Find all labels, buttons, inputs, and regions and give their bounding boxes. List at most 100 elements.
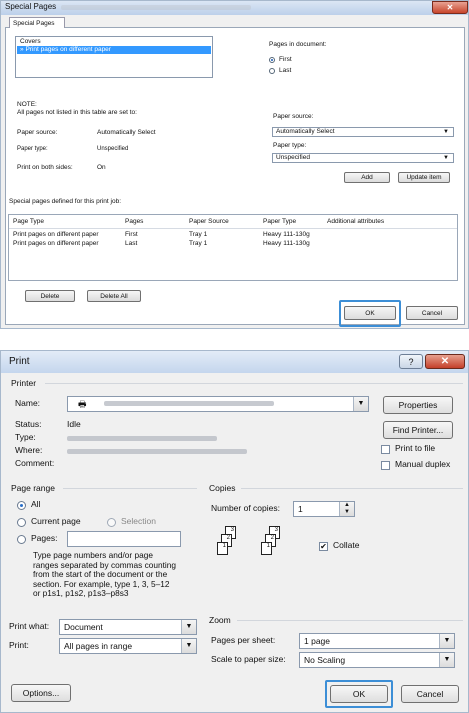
table-cell: First (125, 231, 138, 238)
status-value: Idle (67, 419, 81, 429)
pages-input[interactable] (67, 531, 181, 547)
divider (9, 228, 457, 229)
ok-button[interactable]: OK (344, 306, 396, 320)
print-dialog: Print ? ✕ Printer Name: 🖶 ▼ Properties S… (0, 350, 469, 713)
type-value (67, 436, 217, 441)
status-label: Status: (15, 419, 42, 429)
chevron-down-icon[interactable]: ▼ (439, 653, 454, 667)
chevron-down-icon[interactable]: ▼ (353, 397, 368, 411)
col-header-paper-type: Paper Type (263, 218, 297, 225)
collate-page-icon: 1 (261, 542, 272, 555)
special-pages-table[interactable]: Page Type Pages Paper Source Paper Type … (8, 214, 458, 281)
help-button[interactable]: ? (399, 354, 423, 369)
delete-button[interactable]: Delete (25, 290, 75, 302)
copies-stepper[interactable]: 1 ▲ ▼ (293, 501, 355, 517)
ok-button[interactable]: OK (330, 685, 388, 703)
where-label: Where: (15, 445, 43, 455)
table-cell: Heavy 111-130g (263, 240, 310, 247)
collate-checkbox[interactable]: ✔ (319, 542, 328, 551)
note-text: All pages not listed in this table are s… (17, 109, 137, 116)
zoom-group-label: Zoom (209, 615, 231, 625)
radio-first[interactable] (269, 57, 275, 63)
pages-in-document-label: Pages in document: (269, 41, 327, 48)
radio-selection[interactable] (107, 518, 116, 527)
table-cell: Tray 1 (189, 240, 208, 247)
print-select[interactable]: All pages in range ▼ (59, 638, 197, 654)
print-to-file-checkbox[interactable] (381, 445, 390, 454)
pages-per-sheet-select[interactable]: 1 page ▼ (299, 633, 455, 649)
radio-pages[interactable] (17, 535, 26, 544)
properties-button[interactable]: Properties (383, 396, 453, 414)
radio-current-page[interactable] (17, 518, 26, 527)
col-header-paper-source: Paper Source (189, 218, 229, 225)
radio-first-label: First (279, 56, 292, 63)
dialog-title: Special Pages (5, 2, 57, 11)
radio-last[interactable] (269, 68, 275, 74)
print-what-label: Print what: (9, 621, 50, 631)
print-both-sides-value: On (97, 164, 106, 171)
help-line: or p1s1, p1s2, p1s3–p8s3 (33, 588, 129, 598)
manual-duplex-checkbox[interactable] (381, 461, 390, 470)
chevron-down-icon: ▼ (443, 155, 449, 161)
scale-select[interactable]: No Scaling ▼ (299, 652, 455, 668)
pages-per-sheet-label: Pages per sheet: (211, 635, 276, 645)
paper-type-select[interactable]: Unspecified ▼ (272, 153, 454, 163)
comment-label: Comment: (15, 458, 55, 468)
copies-value: 1 (298, 504, 303, 514)
spin-icon[interactable]: ▲ ▼ (339, 502, 354, 516)
chevron-down-icon[interactable]: ▼ (181, 620, 196, 634)
where-value (67, 449, 247, 454)
paper-source-select[interactable]: Automatically Select ▼ (272, 127, 454, 137)
printer-name-select[interactable]: 🖶 ▼ (67, 396, 369, 412)
add-button[interactable]: Add (344, 172, 390, 183)
list-item-label: Print pages on different paper (25, 46, 111, 53)
pages-per-sheet-value: 1 page (304, 636, 330, 646)
scale-value: No Scaling (304, 655, 346, 665)
note-title: NOTE: (17, 101, 37, 108)
paper-type-label: Paper type: (17, 146, 48, 152)
print-both-sides-label: Print on both sides: (17, 164, 73, 171)
radio-current-page-label: Current page (31, 516, 81, 526)
list-item-different-paper[interactable]: » Print pages on different paper (17, 46, 211, 54)
list-item-covers[interactable]: Covers (17, 38, 211, 46)
copies-group-label: Copies (209, 483, 236, 493)
manual-duplex-label: Manual duplex (395, 459, 451, 469)
paper-source-label: Paper source: (17, 129, 58, 136)
number-of-copies-label: Number of copies: (211, 503, 280, 513)
page-range-group-label: Page range (11, 483, 55, 493)
printer-name-value (104, 401, 274, 406)
printer-icon: 🖶 (78, 399, 87, 409)
table-cell: Print pages on different paper (13, 240, 99, 247)
radio-all[interactable] (17, 501, 26, 510)
close-button[interactable]: ✕ (432, 1, 468, 14)
find-printer-button[interactable]: Find Printer... (383, 421, 453, 439)
print-what-select[interactable]: Document ▼ (59, 619, 197, 635)
cancel-button[interactable]: Cancel (406, 306, 458, 320)
chevron-down-icon[interactable]: ▼ (439, 634, 454, 648)
col-header-pages: Pages (125, 218, 144, 225)
radio-all-label: All (31, 499, 41, 509)
printer-group-label: Printer (11, 378, 37, 388)
chevron-down-icon[interactable]: ▼ (181, 639, 196, 653)
cancel-button[interactable]: Cancel (401, 685, 459, 703)
close-button[interactable]: ✕ (425, 354, 465, 369)
table-cell: Last (125, 240, 138, 247)
table-cell: Tray 1 (189, 231, 208, 238)
options-button[interactable]: Options... (11, 684, 71, 702)
title-bar: Special Pages (1, 1, 468, 15)
tab-special-pages[interactable]: Special Pages (9, 17, 65, 28)
chevron-down-icon: ▼ (443, 129, 449, 135)
divider (45, 383, 463, 384)
blurred-background-text (61, 5, 251, 10)
update-item-button[interactable]: Update item (398, 172, 450, 183)
radio-pages-label: Pages: (31, 533, 58, 543)
table-cell: Heavy 111-130g (263, 231, 310, 238)
name-label: Name: (15, 398, 41, 408)
paper-type-value: Unspecified (97, 146, 129, 152)
divider (237, 620, 463, 621)
page-type-list[interactable]: Covers » Print pages on different paper (15, 36, 213, 78)
delete-all-button[interactable]: Delete All (87, 290, 141, 302)
paper-type-select-value: Unspecified (276, 154, 310, 161)
right-paper-type-label: Paper type: (273, 142, 307, 149)
right-paper-source-label: Paper source: (273, 113, 314, 120)
